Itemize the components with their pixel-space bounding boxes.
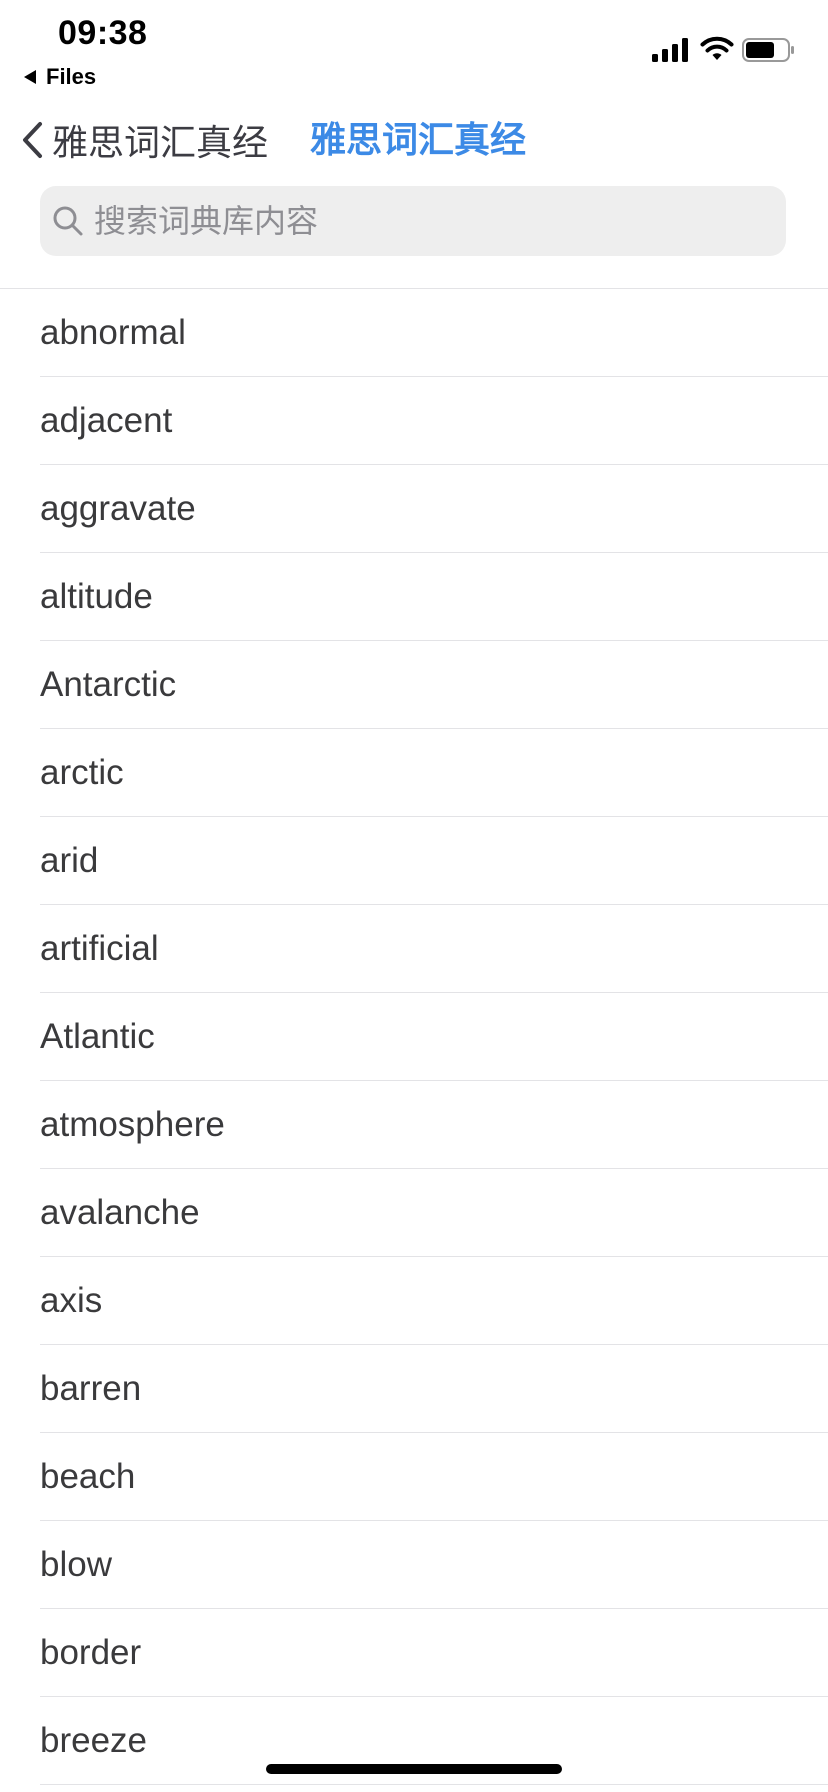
back-button-label: 雅思词汇真经 xyxy=(52,122,269,163)
word-list-item[interactable]: aggravate xyxy=(0,465,828,553)
word-label: beach xyxy=(40,1457,136,1496)
word-label: atmosphere xyxy=(40,1105,225,1144)
chevron-left-icon xyxy=(23,122,42,158)
search-bar[interactable] xyxy=(40,186,786,256)
word-label: adjacent xyxy=(40,401,173,440)
row-divider xyxy=(40,1784,828,1785)
word-label: Atlantic xyxy=(40,1017,155,1056)
word-label: blow xyxy=(40,1545,112,1584)
status-bar: 09:38 Files xyxy=(0,0,828,92)
word-list-item[interactable]: artificial xyxy=(0,905,828,993)
word-label: border xyxy=(40,1633,142,1672)
word-list-item[interactable]: avalanche xyxy=(0,1169,828,1257)
word-list-item[interactable]: atmosphere xyxy=(0,1081,828,1169)
word-label: arid xyxy=(40,841,99,880)
word-list-item[interactable]: border xyxy=(0,1609,828,1697)
word-list: abnormal adjacent aggravate altitude Antarct… xyxy=(0,289,828,1785)
back-button[interactable]: 雅思词汇真经 xyxy=(20,118,268,163)
search-icon xyxy=(53,206,83,236)
battery-icon xyxy=(742,38,794,62)
word-list-item[interactable]: abnormal xyxy=(0,289,828,377)
word-label: artificial xyxy=(40,929,159,968)
word-list-item[interactable]: axis xyxy=(0,1257,828,1345)
wifi-icon xyxy=(700,36,734,60)
word-list-item[interactable]: beach xyxy=(0,1433,828,1521)
word-list-item[interactable]: altitude xyxy=(0,553,828,641)
word-list-item[interactable]: arid xyxy=(0,817,828,905)
word-label: altitude xyxy=(40,577,153,616)
back-triangle-icon xyxy=(24,70,36,84)
search-input[interactable] xyxy=(92,190,786,252)
word-list-item[interactable]: adjacent xyxy=(0,377,828,465)
word-label: Antarctic xyxy=(40,665,177,704)
back-to-app-link[interactable]: Files xyxy=(24,62,96,92)
word-list-item[interactable]: blow xyxy=(0,1521,828,1609)
word-label: avalanche xyxy=(40,1193,200,1232)
word-label: arctic xyxy=(40,753,124,792)
screen: 09:38 Files 雅思词汇真经 雅思词汇真经 搜索词典库内容 abnorm… xyxy=(0,0,828,1792)
word-list-item[interactable]: arctic xyxy=(0,729,828,817)
cellular-signal-icon xyxy=(652,38,688,62)
word-list-item[interactable]: Atlantic xyxy=(0,993,828,1081)
home-indicator[interactable] xyxy=(266,1764,562,1774)
word-label: breeze xyxy=(40,1721,148,1760)
status-time: 09:38 xyxy=(58,14,148,52)
word-label: aggravate xyxy=(40,489,196,528)
page-title: 雅思词汇真经 xyxy=(310,119,527,160)
navigation-bar: 雅思词汇真经 雅思词汇真经 xyxy=(0,100,828,180)
word-label: barren xyxy=(40,1369,142,1408)
word-list-item[interactable]: Antarctic xyxy=(0,641,828,729)
word-label: abnormal xyxy=(40,313,186,352)
back-to-app-label: Files xyxy=(46,64,97,89)
word-label: axis xyxy=(40,1281,103,1320)
word-list-item[interactable]: barren xyxy=(0,1345,828,1433)
